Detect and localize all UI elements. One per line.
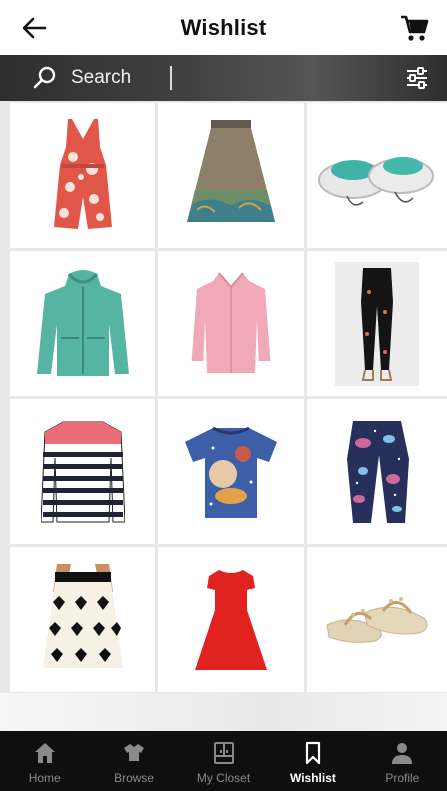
product-image <box>185 426 277 518</box>
product-card[interactable] <box>158 103 304 248</box>
product-card[interactable] <box>307 251 447 396</box>
product-image <box>53 118 112 229</box>
closet-icon <box>213 742 234 764</box>
search-icon <box>33 66 56 89</box>
nav-label: My Closet <box>196 771 251 785</box>
page-title: Wishlist <box>180 14 267 40</box>
product-card[interactable] <box>307 399 447 544</box>
nav-profile[interactable]: Profile <box>358 731 447 791</box>
product-image <box>191 271 271 373</box>
nav-home[interactable]: Home <box>0 731 89 791</box>
bookmark-icon <box>305 741 321 765</box>
product-image <box>187 119 275 222</box>
product-card[interactable] <box>10 103 155 248</box>
product-image <box>326 596 428 643</box>
search-bar[interactable]: Search <box>0 55 447 101</box>
product-card[interactable] <box>158 251 304 396</box>
cart-icon[interactable] <box>399 13 429 43</box>
product-image <box>195 569 267 670</box>
product-image <box>318 156 434 206</box>
search-input[interactable]: Search <box>71 67 131 89</box>
nav-browse[interactable]: Browse <box>89 731 178 791</box>
product-card[interactable] <box>10 399 155 544</box>
top-bar: Wishlist <box>0 0 447 55</box>
grid-bottom-fade <box>0 693 447 731</box>
back-arrow-icon[interactable] <box>20 14 48 42</box>
product-image <box>36 269 129 376</box>
wishlist-grid <box>0 101 447 735</box>
text-cursor <box>170 66 172 90</box>
product-card[interactable] <box>10 547 155 692</box>
product-card[interactable] <box>158 399 304 544</box>
nav-label: Profile <box>385 771 420 785</box>
product-image <box>347 420 409 523</box>
browse-icon <box>124 744 145 761</box>
nav-label: Home <box>28 771 61 785</box>
nav-label: Browse <box>114 771 155 785</box>
nav-wishlist[interactable]: Wishlist <box>268 731 357 791</box>
product-card[interactable] <box>307 547 447 692</box>
home-icon <box>34 743 55 763</box>
product-card[interactable] <box>307 103 447 248</box>
profile-icon <box>392 743 413 764</box>
bottom-nav: Home Browse My Closet Wishlist Profile <box>0 731 447 791</box>
nav-my-closet[interactable]: My Closet <box>179 731 268 791</box>
product-card[interactable] <box>158 547 304 692</box>
nav-label: Wishlist <box>289 771 336 785</box>
product-card[interactable] <box>10 251 155 396</box>
filter-sliders-icon[interactable] <box>405 66 429 90</box>
product-image <box>42 563 123 668</box>
product-image <box>335 261 419 386</box>
product-image <box>40 421 125 522</box>
